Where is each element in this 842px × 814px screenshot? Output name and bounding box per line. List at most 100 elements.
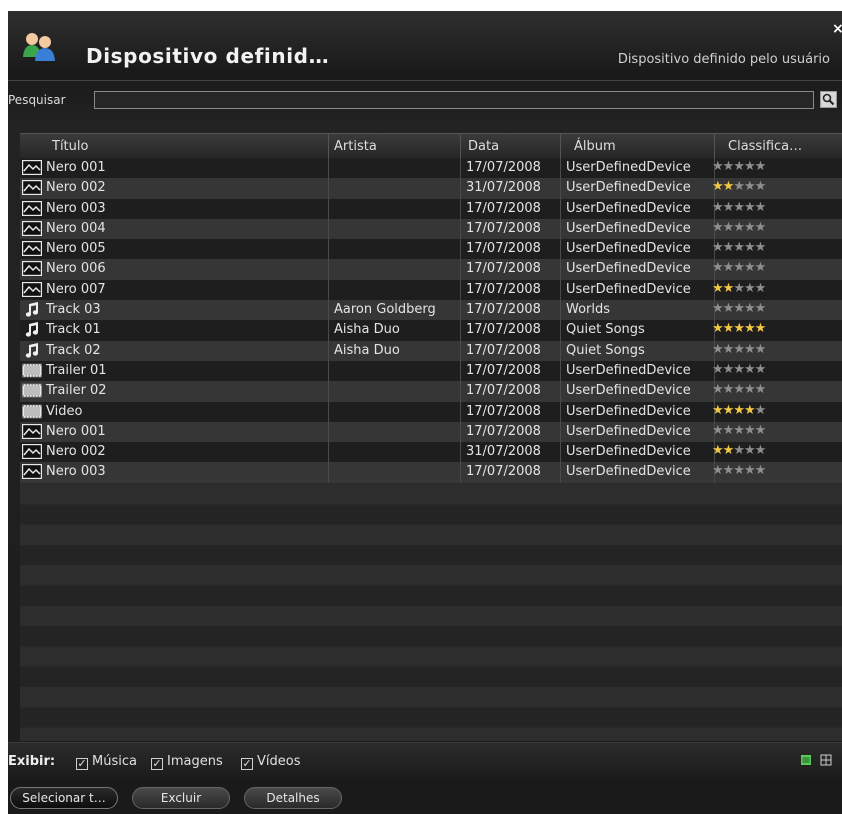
star-empty-icon[interactable]: ★ (744, 240, 756, 255)
star-empty-icon[interactable]: ★ (712, 260, 724, 275)
star-empty-icon[interactable]: ★ (755, 443, 767, 458)
rating-stars[interactable]: ★★★★★ (712, 281, 767, 296)
star-empty-icon[interactable]: ★ (744, 362, 756, 377)
star-empty-icon[interactable]: ★ (723, 463, 735, 478)
table-row[interactable]: Video 17/07/2008 UserDefinedDevice ★★★★★ (20, 401, 842, 422)
column-header-album[interactable]: Álbum (574, 139, 616, 154)
star-empty-icon[interactable]: ★ (755, 463, 767, 478)
star-filled-icon[interactable]: ★ (744, 321, 756, 336)
star-empty-icon[interactable]: ★ (755, 301, 767, 316)
star-empty-icon[interactable]: ★ (755, 342, 767, 357)
select-all-button[interactable]: Selecionar t… (10, 787, 118, 809)
filter-images-checkbox[interactable]: ✓ Imagens (151, 754, 223, 770)
star-empty-icon[interactable]: ★ (755, 403, 767, 418)
column-divider[interactable] (560, 134, 561, 159)
rating-stars[interactable]: ★★★★★ (712, 240, 767, 255)
star-filled-icon[interactable]: ★ (723, 281, 735, 296)
star-empty-icon[interactable]: ★ (744, 159, 756, 174)
star-empty-icon[interactable]: ★ (733, 342, 745, 357)
list-view-icon[interactable] (800, 754, 812, 766)
star-empty-icon[interactable]: ★ (755, 260, 767, 275)
star-filled-icon[interactable]: ★ (712, 179, 724, 194)
table-row[interactable]: Track 02 Aisha Duo 17/07/2008 Quiet Songs ★★… (20, 340, 842, 361)
search-input[interactable] (94, 91, 814, 109)
star-filled-icon[interactable]: ★ (723, 321, 735, 336)
star-empty-icon[interactable]: ★ (755, 220, 767, 235)
star-filled-icon[interactable]: ★ (723, 443, 735, 458)
star-empty-icon[interactable]: ★ (712, 159, 724, 174)
rating-stars[interactable]: ★★★★★ (712, 382, 766, 397)
details-button[interactable]: Detalhes (244, 787, 342, 809)
star-empty-icon[interactable]: ★ (723, 382, 735, 397)
star-filled-icon[interactable]: ★ (744, 403, 756, 418)
column-divider[interactable] (460, 134, 461, 159)
rating-stars[interactable]: ★★★★★ (712, 159, 767, 174)
grid-view-icon[interactable] (820, 754, 832, 766)
star-empty-icon[interactable]: ★ (744, 382, 756, 397)
star-empty-icon[interactable]: ★ (733, 463, 745, 478)
table-row[interactable]: Nero 002 31/07/2008 UserDefinedDevice ★★★★★ (20, 178, 842, 199)
star-filled-icon[interactable]: ★ (733, 403, 745, 418)
rating-stars[interactable]: ★★★★★ (712, 443, 767, 458)
star-empty-icon[interactable]: ★ (755, 159, 767, 174)
rating-stars[interactable]: ★★★★★ (712, 321, 767, 336)
table-row[interactable]: Nero 006 17/07/2008 UserDefinedDevice ★★★★★ (20, 259, 842, 280)
star-empty-icon[interactable]: ★ (733, 423, 745, 438)
star-empty-icon[interactable]: ★ (733, 382, 745, 397)
table-row[interactable]: Nero 002 31/07/2008 UserDefinedDevice ★★★★★ (20, 442, 842, 463)
star-filled-icon[interactable]: ★ (723, 403, 735, 418)
star-empty-icon[interactable]: ★ (723, 423, 735, 438)
star-empty-icon[interactable]: ★ (712, 220, 724, 235)
star-empty-icon[interactable]: ★ (744, 342, 756, 357)
column-header-title[interactable]: Título (52, 139, 88, 154)
star-empty-icon[interactable]: ★ (733, 443, 745, 458)
star-empty-icon[interactable]: ★ (712, 301, 724, 316)
table-row[interactable]: Nero 004 17/07/2008 UserDefinedDevice ★★★★★ (20, 218, 842, 240)
table-row[interactable]: Nero 003 17/07/2008 UserDefinedDevice ★★★★★ (20, 198, 842, 219)
delete-button[interactable]: Excluir (132, 787, 230, 809)
rating-stars[interactable]: ★★★★★ (712, 301, 767, 316)
star-empty-icon[interactable]: ★ (723, 200, 735, 215)
table-row[interactable]: Nero 005 17/07/2008 UserDefinedDevice ★★★★★ (20, 239, 842, 260)
star-empty-icon[interactable]: ★ (755, 362, 767, 377)
star-empty-icon[interactable]: ★ (744, 281, 756, 296)
search-button[interactable] (820, 91, 837, 108)
star-empty-icon[interactable]: ★ (723, 240, 735, 255)
star-filled-icon[interactable]: ★ (723, 179, 735, 194)
star-empty-icon[interactable]: ★ (733, 159, 745, 174)
star-empty-icon[interactable]: ★ (744, 179, 756, 194)
filter-videos-checkbox[interactable]: ✓ Vídeos (241, 754, 300, 770)
star-empty-icon[interactable]: ★ (723, 301, 735, 316)
rating-stars[interactable]: ★★★★★ (712, 362, 767, 377)
filter-music-checkbox[interactable]: ✓ Música (76, 754, 137, 770)
column-divider[interactable] (328, 134, 329, 159)
star-empty-icon[interactable]: ★ (733, 179, 745, 194)
rating-stars[interactable]: ★★★★★ (712, 423, 766, 438)
star-filled-icon[interactable]: ★ (712, 443, 724, 458)
star-empty-icon[interactable]: ★ (755, 281, 767, 296)
rating-stars[interactable]: ★★★★★ (712, 220, 767, 235)
column-header-date[interactable]: Data (468, 139, 499, 154)
star-empty-icon[interactable]: ★ (723, 220, 735, 235)
star-empty-icon[interactable]: ★ (712, 362, 724, 377)
star-empty-icon[interactable]: ★ (712, 342, 724, 357)
star-empty-icon[interactable]: ★ (755, 240, 767, 255)
table-row[interactable]: Track 01 Aisha Duo 17/07/2008 Quiet Songs ★★… (20, 320, 842, 341)
star-empty-icon[interactable]: ★ (733, 281, 745, 296)
table-row[interactable]: Trailer 02 17/07/2008 UserDefinedDevice ★★★… (20, 381, 842, 402)
star-empty-icon[interactable]: ★ (744, 423, 756, 438)
star-empty-icon[interactable]: ★ (712, 382, 724, 397)
star-empty-icon[interactable]: ★ (744, 260, 756, 275)
star-empty-icon[interactable]: ★ (744, 463, 756, 478)
column-header-artist[interactable]: Artista (334, 139, 377, 154)
star-empty-icon[interactable]: ★ (723, 362, 735, 377)
star-empty-icon[interactable]: ★ (733, 220, 745, 235)
star-filled-icon[interactable]: ★ (755, 321, 767, 336)
star-filled-icon[interactable]: ★ (733, 321, 745, 336)
star-empty-icon[interactable]: ★ (712, 423, 724, 438)
star-empty-icon[interactable]: ★ (712, 463, 724, 478)
table-row[interactable]: Nero 001 17/07/2008 UserDefinedDevice ★★★★★ (20, 421, 842, 443)
star-empty-icon[interactable]: ★ (744, 443, 756, 458)
column-divider[interactable] (714, 134, 715, 159)
star-empty-icon[interactable]: ★ (744, 200, 756, 215)
